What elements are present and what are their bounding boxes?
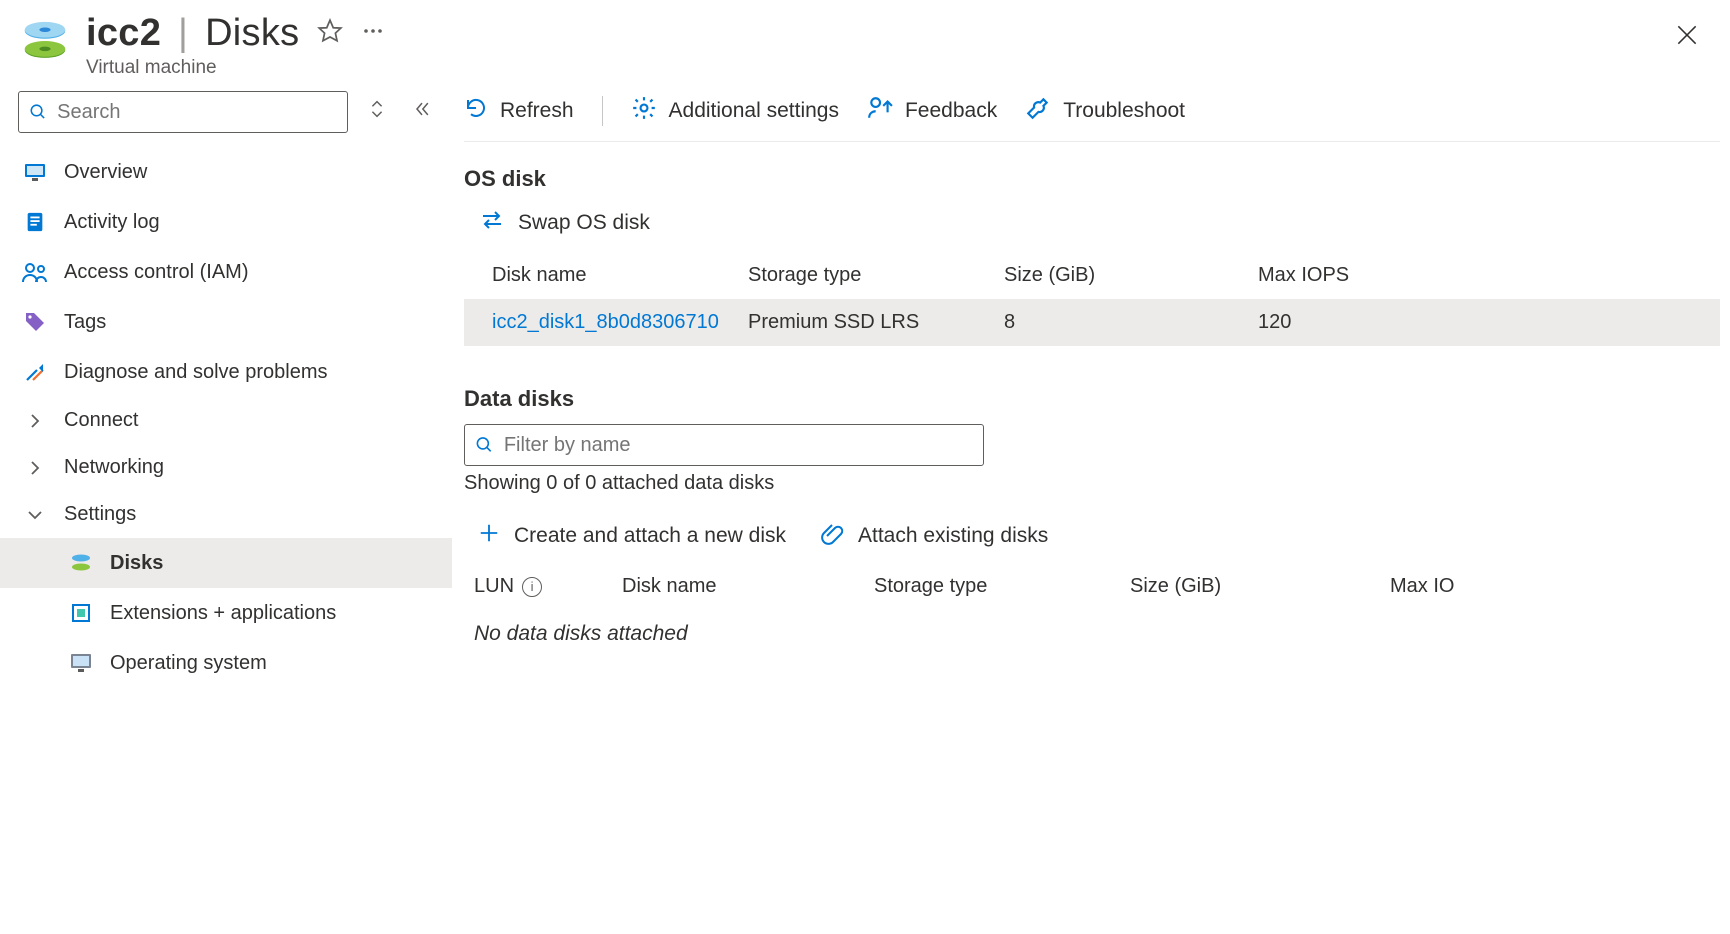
data-disks-empty-message: No data disks attached <box>464 608 1720 646</box>
wrench-icon <box>1025 95 1051 127</box>
attach-icon <box>820 521 844 551</box>
sidebar-item-extensions[interactable]: Extensions + applications <box>0 588 452 638</box>
sidebar-item-label: Operating system <box>110 652 267 675</box>
col-size: Size (GiB) <box>1130 575 1390 598</box>
create-attach-label: Create and attach a new disk <box>514 524 786 548</box>
favorite-star-icon[interactable] <box>317 18 343 50</box>
additional-settings-button[interactable]: Additional settings <box>631 95 839 127</box>
sidebar-item-operating-system[interactable]: Operating system <box>0 638 452 688</box>
sort-icon[interactable] <box>362 92 392 132</box>
disk-name-link[interactable]: icc2_disk1_8b0d8306710 <box>492 311 748 334</box>
monitor-icon <box>22 159 48 185</box>
col-max-iops: Max IO <box>1390 575 1714 598</box>
data-disks-showing-text: Showing 0 of 0 attached data disks <box>464 472 1720 495</box>
content-pane: Refresh Additional settings Feedback Tro… <box>452 87 1730 931</box>
disks-icon <box>68 550 94 576</box>
sidebar-item-label: Settings <box>64 503 136 526</box>
refresh-icon <box>464 96 488 126</box>
sidebar-item-label: Overview <box>64 161 147 184</box>
plus-icon <box>478 522 500 550</box>
disk-size: 8 <box>1004 311 1258 334</box>
col-storage-type: Storage type <box>874 575 1130 598</box>
resource-name: icc2 <box>86 12 161 54</box>
info-icon[interactable]: i <box>522 577 542 597</box>
disk-storage-type: Premium SSD LRS <box>748 311 1004 334</box>
col-disk-name: Disk name <box>492 264 748 287</box>
os-disk-table-head: Disk name Storage type Size (GiB) Max IO… <box>464 252 1720 299</box>
diagnose-icon <box>22 359 48 385</box>
attach-existing-disks-button[interactable]: Attach existing disks <box>820 521 1048 551</box>
sidebar-search-box[interactable] <box>18 91 348 133</box>
create-attach-disk-button[interactable]: Create and attach a new disk <box>478 522 786 550</box>
title-divider-icon: | <box>178 12 188 54</box>
more-actions-icon[interactable] <box>361 19 385 49</box>
sidebar-item-networking[interactable]: Networking <box>0 444 452 491</box>
page-header: icc2 | Disks Virtual machine <box>0 0 1730 87</box>
attach-existing-label: Attach existing disks <box>858 524 1048 548</box>
os-icon <box>68 650 94 676</box>
feedback-icon <box>867 95 893 127</box>
swap-os-disk-button[interactable]: Swap OS disk <box>480 208 1720 238</box>
sidebar-item-label: Tags <box>64 311 106 334</box>
sidebar-item-label: Connect <box>64 409 139 432</box>
os-disk-table: Disk name Storage type Size (GiB) Max IO… <box>464 252 1720 346</box>
resource-type-label: Virtual machine <box>86 57 1664 79</box>
chevron-right-icon <box>22 460 48 476</box>
os-disk-title: OS disk <box>464 166 1720 192</box>
toolbar-separator-icon <box>602 96 603 126</box>
refresh-button[interactable]: Refresh <box>464 96 574 126</box>
refresh-label: Refresh <box>500 99 574 123</box>
sidebar-item-connect[interactable]: Connect <box>0 397 452 444</box>
feedback-button[interactable]: Feedback <box>867 95 997 127</box>
sidebar-search-input[interactable] <box>57 101 337 124</box>
data-disks-filter-box[interactable] <box>464 424 984 466</box>
page-title: icc2 | Disks <box>86 12 299 55</box>
collapse-sidebar-icon[interactable] <box>406 93 438 131</box>
sidebar-item-settings[interactable]: Settings <box>0 491 452 538</box>
additional-label: Additional settings <box>669 99 839 123</box>
feedback-label: Feedback <box>905 99 997 123</box>
search-icon <box>29 102 47 122</box>
sidebar-item-access-control[interactable]: Access control (IAM) <box>0 247 452 297</box>
troubleshoot-button[interactable]: Troubleshoot <box>1025 95 1185 127</box>
data-disks-filter-input[interactable] <box>504 434 973 457</box>
sidebar-item-label: Disks <box>110 552 163 575</box>
sidebar-item-overview[interactable]: Overview <box>0 147 452 197</box>
section-name: Disks <box>205 12 299 54</box>
col-disk-name: Disk name <box>622 575 874 598</box>
data-disks-title: Data disks <box>464 386 1720 412</box>
gear-icon <box>631 95 657 127</box>
col-storage-type: Storage type <box>748 264 1004 287</box>
disks-resource-icon <box>18 14 72 68</box>
troubleshoot-label: Troubleshoot <box>1063 99 1185 123</box>
sidebar-item-diagnose[interactable]: Diagnose and solve problems <box>0 347 452 397</box>
close-button[interactable] <box>1664 12 1710 64</box>
sidebar-item-activity-log[interactable]: Activity log <box>0 197 452 247</box>
sidebar-item-label: Diagnose and solve problems <box>64 361 328 384</box>
sidebar-item-label: Networking <box>64 456 164 479</box>
tag-icon <box>22 309 48 335</box>
sidebar-item-label: Activity log <box>64 211 160 234</box>
search-icon <box>475 435 494 455</box>
sidebar-item-disks[interactable]: Disks <box>0 538 452 588</box>
sidebar: Overview Activity log Access control (IA… <box>0 87 452 931</box>
os-disk-row[interactable]: icc2_disk1_8b0d8306710 Premium SSD LRS 8… <box>464 299 1720 346</box>
sidebar-item-tags[interactable]: Tags <box>0 297 452 347</box>
swap-icon <box>480 208 504 238</box>
col-max-iops: Max IOPS <box>1258 264 1714 287</box>
disk-iops: 120 <box>1258 311 1714 334</box>
data-disks-table-head: LUN i Disk name Storage type Size (GiB) … <box>464 557 1720 608</box>
toolbar: Refresh Additional settings Feedback Tro… <box>464 87 1720 142</box>
col-lun: LUN i <box>474 575 622 598</box>
sidebar-item-label: Access control (IAM) <box>64 261 248 284</box>
sidebar-item-label: Extensions + applications <box>110 602 336 625</box>
chevron-right-icon <box>22 413 48 429</box>
extensions-icon <box>68 600 94 626</box>
iam-icon <box>22 259 48 285</box>
col-size: Size (GiB) <box>1004 264 1258 287</box>
log-icon <box>22 209 48 235</box>
swap-label: Swap OS disk <box>518 211 650 235</box>
sidebar-nav: Overview Activity log Access control (IA… <box>0 147 452 688</box>
chevron-down-icon <box>22 507 48 523</box>
